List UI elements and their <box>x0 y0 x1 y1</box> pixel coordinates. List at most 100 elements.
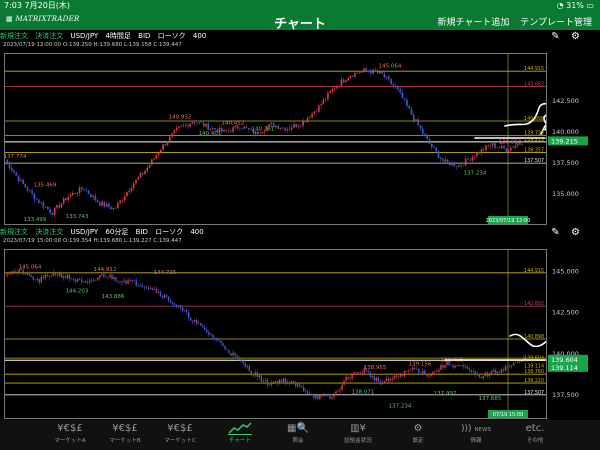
candle-body <box>121 200 124 201</box>
candle-body <box>24 183 27 188</box>
candle-body <box>163 295 166 298</box>
candle-body <box>28 272 30 276</box>
new-order-button[interactable]: 新規注文 <box>0 228 28 236</box>
tab-market-a[interactable]: ¥€$£ マーケットA <box>40 422 100 450</box>
add-chart-button[interactable]: 新規チャート追加 <box>437 18 509 28</box>
candle-body <box>76 279 79 282</box>
candle-body <box>127 280 129 284</box>
candle-body <box>504 366 507 371</box>
candle-body <box>200 323 202 326</box>
candle-body <box>500 145 503 148</box>
candle-body <box>115 277 117 281</box>
candle-body <box>40 202 42 203</box>
candle-body <box>56 205 58 208</box>
candle-body <box>12 271 14 274</box>
candle-body <box>89 280 91 282</box>
candle-body <box>173 130 176 134</box>
pencil-icon[interactable]: ✎ <box>551 31 559 42</box>
settle-order-button[interactable]: 決済注文 <box>35 228 63 236</box>
side-selector[interactable]: BID <box>136 228 148 236</box>
candle-body <box>337 390 339 392</box>
candle-body <box>109 274 111 278</box>
tab-settings[interactable]: ⚙ 設定 <box>388 422 448 450</box>
status-bar: 7:03 7月20日(木) ◔ 31% ▭ <box>0 0 600 12</box>
candle-body <box>428 376 430 377</box>
candle-body <box>460 165 462 166</box>
candle-body <box>315 111 318 113</box>
pencil-icon[interactable]: ✎ <box>551 227 559 238</box>
tab-chart[interactable]: チャート <box>210 422 270 450</box>
candle-body <box>485 145 487 151</box>
candle-body <box>222 343 224 346</box>
candle-body <box>440 157 442 159</box>
battery-indicator: ◔ 31% ▭ <box>556 1 594 10</box>
tab-market-c[interactable]: ¥€$£ マーケットC <box>150 422 210 450</box>
price-plot[interactable]: 145.064 144.203 144.912 143.886 144.735 138.9… <box>4 249 557 419</box>
candle-body <box>150 159 153 165</box>
candle-body <box>387 378 390 381</box>
tab-news[interactable]: ))) NEWS 情報 <box>446 422 506 450</box>
candle-body <box>266 380 269 386</box>
candle-body <box>333 395 335 398</box>
candle-body <box>151 288 154 290</box>
candle-body <box>282 378 285 382</box>
gear-icon[interactable]: ⚙ <box>571 31 580 42</box>
candle-body <box>242 360 244 364</box>
candle-body <box>333 88 336 89</box>
timeframe-selector[interactable]: 4時間足 <box>105 32 130 40</box>
candle-body <box>464 366 466 368</box>
timeframe-selector[interactable]: 60分足 <box>105 228 128 236</box>
candle-body <box>472 371 474 373</box>
tab-margin-status[interactable]: ▥¥ 証拠金状況 <box>328 422 388 450</box>
candle-body <box>464 158 467 166</box>
count-selector[interactable]: 400 <box>193 32 206 40</box>
level-label: 138.357 <box>524 148 544 154</box>
candle-body <box>359 373 361 374</box>
pair-selector[interactable]: USD/JPY <box>70 32 98 40</box>
tab-inquiry[interactable]: ▦🔍 照会 <box>268 422 328 450</box>
candle-body <box>204 327 206 330</box>
bottom-tab-bar: ¥€$£ マーケットA ¥€$£ マーケットB ¥€$£ マーケットC チャート… <box>0 420 600 450</box>
candle-body <box>339 389 341 391</box>
current-price-badge: 139.604 <box>551 356 578 364</box>
candle-body <box>6 159 9 163</box>
settle-order-button[interactable]: 決済注文 <box>35 32 63 40</box>
candle-body <box>8 162 11 169</box>
chart-kind-selector[interactable]: ローソク <box>155 228 183 236</box>
candle-body <box>184 124 187 126</box>
candle-body <box>250 371 252 374</box>
candle-body <box>58 273 61 276</box>
etc-icon: etc. <box>525 423 545 434</box>
new-order-button[interactable]: 新規注文 <box>0 32 28 40</box>
chart-kind-selector[interactable]: ローソク <box>158 32 186 40</box>
candle-body <box>407 370 410 372</box>
price-annotation: 133.743 <box>66 214 89 220</box>
pair-selector[interactable]: USD/JPY <box>70 228 98 236</box>
side-selector[interactable]: BID <box>138 32 150 40</box>
candle-body <box>478 373 481 377</box>
price-plot[interactable]: 137.774 133.499 135.469 133.743 140.932 140.4… <box>4 53 551 225</box>
candle-body <box>252 373 254 376</box>
candle-body <box>169 136 171 142</box>
candle-body <box>117 280 119 282</box>
price-annotation: 145.064 <box>379 63 402 69</box>
candle-body <box>288 128 291 130</box>
count-selector[interactable]: 400 <box>190 228 203 236</box>
candle-body <box>189 317 192 321</box>
template-manage-button[interactable]: テンプレート管理 <box>520 18 592 28</box>
candle-body <box>16 271 18 273</box>
price-annotation: 135.469 <box>34 182 57 188</box>
candle-body <box>146 167 149 171</box>
candle-body <box>125 280 127 284</box>
candle-body <box>335 391 337 396</box>
tab-other[interactable]: etc. その他 <box>505 422 565 450</box>
candle-body <box>105 276 107 278</box>
candle-body <box>379 71 381 74</box>
tab-market-b[interactable]: ¥€$£ マーケットB <box>95 422 155 450</box>
gear-icon[interactable]: ⚙ <box>571 227 580 238</box>
candle-body <box>514 145 517 148</box>
candle-body <box>518 361 521 363</box>
candle-body <box>80 187 83 190</box>
account-icon: ▥¥ <box>350 423 366 434</box>
candle-body <box>496 371 499 374</box>
